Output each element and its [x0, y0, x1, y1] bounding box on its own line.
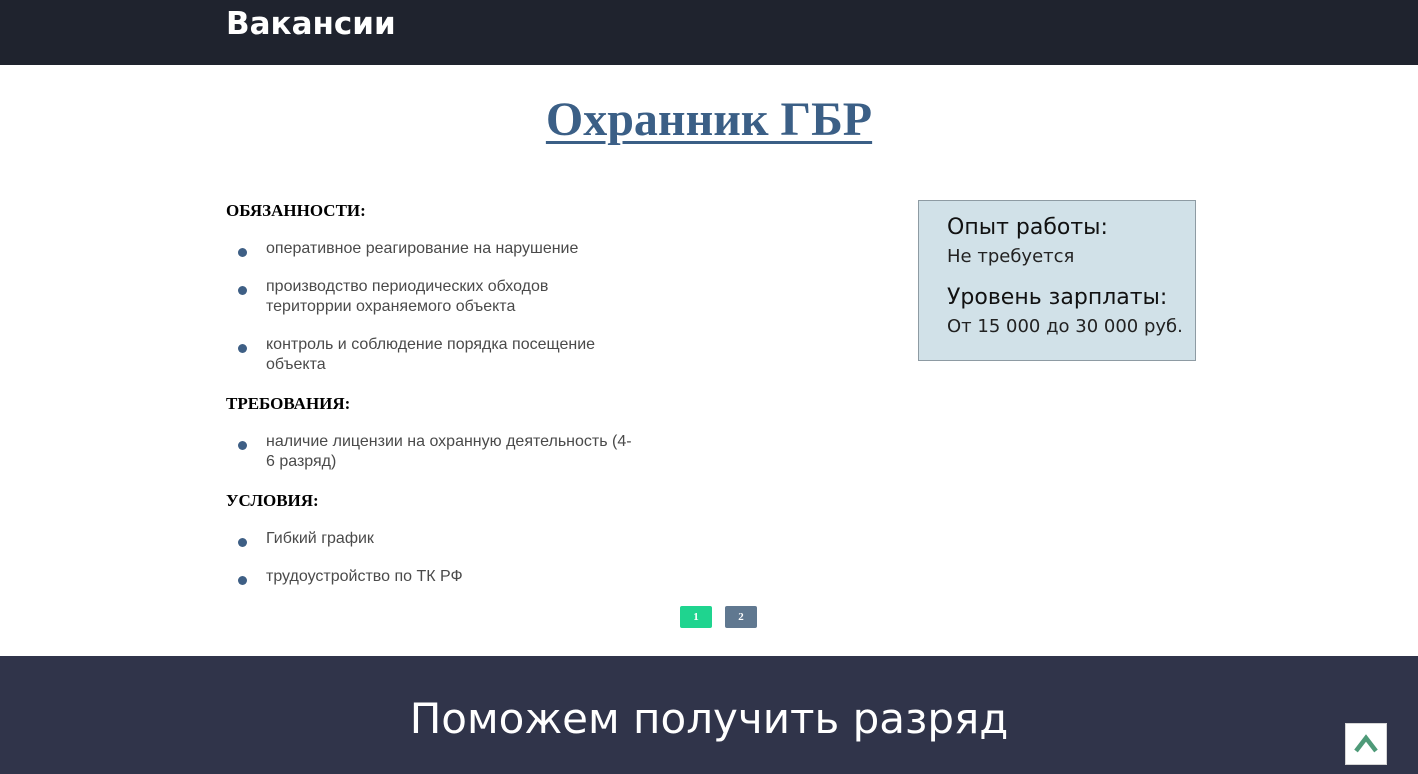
list-item: Гибкий график — [238, 529, 646, 549]
bullet-icon — [238, 576, 247, 585]
conditions-heading: УСЛОВИЯ: — [226, 491, 319, 510]
list-item: наличие лицензии на охранную деятельност… — [238, 432, 636, 472]
experience-value: Не требуется — [947, 246, 1075, 267]
duty-text: производство периодических обходов терит… — [266, 278, 549, 315]
duty-text: контроль и соблюдение порядка посещение … — [266, 336, 596, 373]
bullet-icon — [238, 248, 247, 257]
list-item: трудоустройство по ТК РФ — [238, 567, 646, 587]
bullet-icon — [238, 344, 247, 353]
list-item: производство периодических обходов терит… — [238, 277, 586, 317]
vacancy-title-link[interactable]: Охранник ГБР — [546, 93, 872, 146]
bullet-icon — [238, 441, 247, 450]
vacancy-title: Охранник ГБР — [0, 92, 1418, 148]
duty-text: оперативное реагирование на нарушение — [266, 240, 579, 257]
requirements-heading: ТРЕБОВАНИЯ: — [226, 394, 351, 413]
promo-band-title: Поможем получить разряд — [409, 694, 1009, 743]
condition-text: Гибкий график — [266, 530, 374, 547]
bullet-icon — [238, 538, 247, 547]
duties-heading: ОБЯЗАННОСТИ: — [226, 201, 366, 220]
salary-value: От 15 000 до 30 000 руб. — [947, 316, 1183, 337]
list-item: контроль и соблюдение порядка посещение … — [238, 335, 626, 375]
section-title: Вакансии — [226, 6, 396, 42]
bullet-icon — [238, 286, 247, 295]
requirement-text: наличие лицензии на охранную деятельност… — [266, 433, 632, 470]
page-button-2[interactable]: 2 — [725, 606, 757, 628]
vacancy-info-box: Опыт работы: Не требуется Уровень зарпла… — [918, 200, 1196, 361]
scroll-to-top-button[interactable] — [1345, 723, 1387, 765]
experience-label: Опыт работы: — [947, 215, 1108, 240]
promo-band: Поможем получить разряд — [0, 656, 1418, 774]
top-header-bar: Вакансии — [0, 0, 1418, 65]
salary-label: Уровень зарплаты: — [947, 285, 1168, 310]
list-item: оперативное реагирование на нарушение — [238, 239, 646, 259]
chevron-up-icon — [1354, 734, 1378, 753]
condition-text: трудоустройство по ТК РФ — [266, 568, 463, 585]
page-button-1[interactable]: 1 — [680, 606, 712, 628]
